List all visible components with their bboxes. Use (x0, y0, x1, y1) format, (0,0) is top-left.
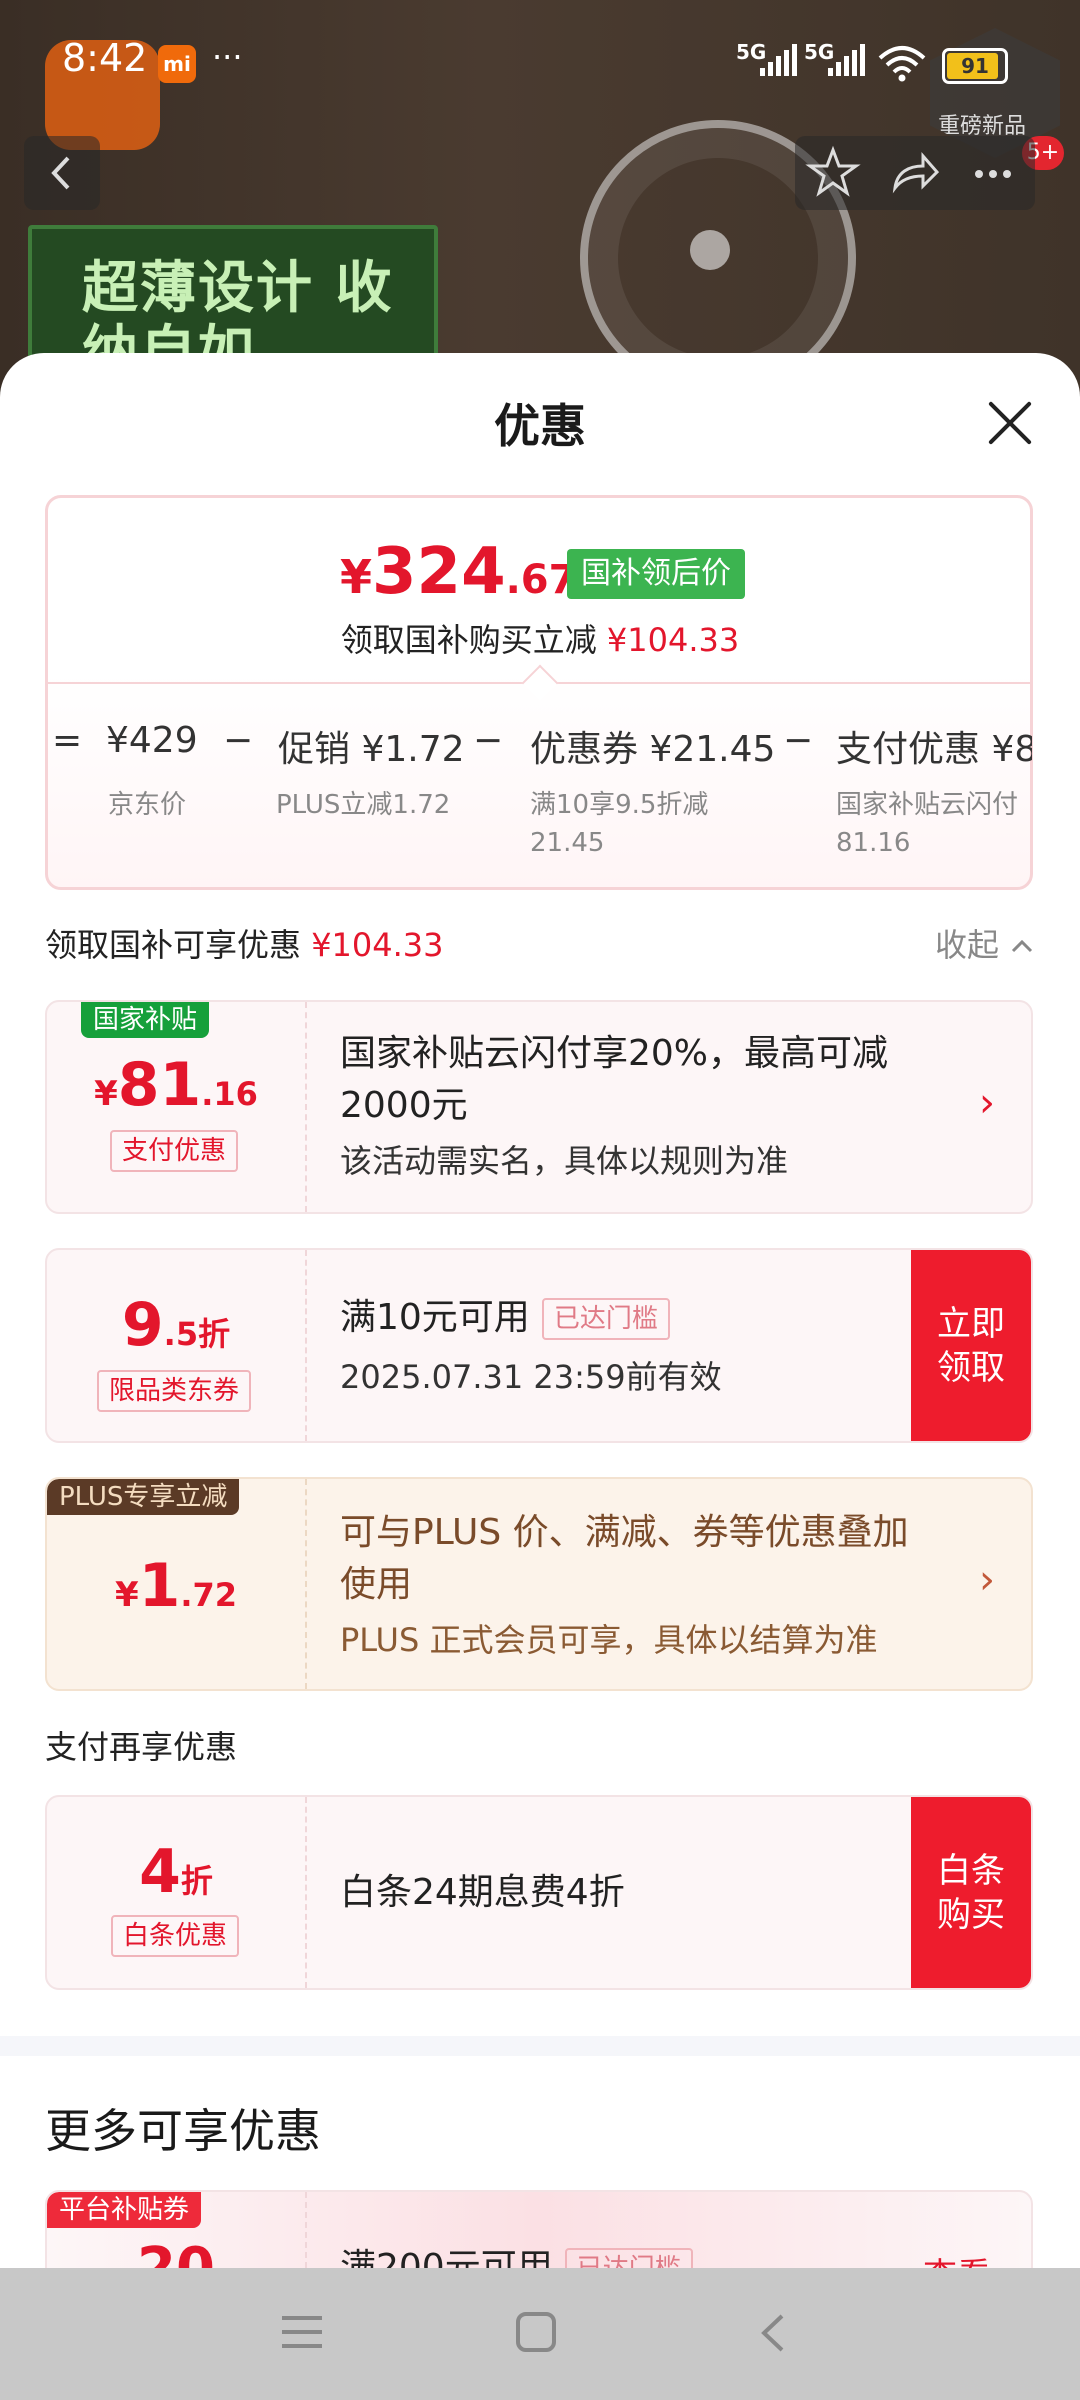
chevron-right-icon: › (979, 1080, 995, 1126)
final-price: ¥324.67 (340, 535, 576, 609)
collapse-label: 收起 (935, 926, 1000, 964)
corner-tag: PLUS专享立减 (47, 1479, 240, 1515)
discount-value: ¥81.16 (47, 1050, 305, 1120)
coupon-card: 9.5折 限品类东券 满10元可用 已达门槛 2025.07.31 23:59前有… (45, 1248, 1033, 1443)
value-currency: ¥ (94, 1074, 118, 1114)
value-int: 81 (117, 1050, 202, 1120)
collapse-button[interactable]: 收起 (935, 920, 1035, 966)
calc-item: 促销 ¥1.72 (278, 729, 465, 770)
claim-coupon-button[interactable]: 立即领取 (911, 1250, 1031, 1441)
section-label-payment: 支付再享优惠 (45, 1728, 238, 1766)
section-label-subsidy: 领取国补可享优惠 ¥104.33 (45, 920, 444, 966)
coupon-title: 满10元可用 已达门槛 (340, 1292, 670, 1344)
price-decimal: .67 (505, 557, 577, 603)
discount-value: ¥1.72 (47, 1551, 305, 1621)
sub-text: 领取国补购买立减 (340, 621, 597, 659)
calc-item: 支付优惠 ¥81 (836, 729, 1032, 770)
menu-icon[interactable] (280, 2312, 326, 2354)
status-time: 8:42 (62, 36, 148, 80)
plus-desc: PLUS 正式会员可享，具体以结算为准 (340, 1621, 878, 1659)
chevron-up-icon (1012, 939, 1033, 953)
coupon-type-tag: 限品类东券 (97, 1370, 252, 1412)
discount-value: 9.5折 (47, 1290, 305, 1360)
corner-tag: 平台补贴券 (47, 2192, 202, 2228)
plus-card[interactable]: PLUS专享立减 ¥1.72 可与PLUS 价、满减、券等优惠叠加使用 PLUS… (45, 1477, 1033, 1691)
subsidy-card[interactable]: 国家补贴 ¥81.16 支付优惠 国家补贴云闪付享20%，最高可减2000元 该… (45, 1000, 1033, 1214)
threshold-tag: 已达门槛 (541, 1298, 670, 1340)
signal-icon-2 (828, 44, 865, 76)
share-icon[interactable] (883, 142, 943, 202)
price-currency: ¥ (340, 550, 373, 604)
system-nav-bar (0, 2268, 1080, 2400)
mi-notification-icon: mi (158, 45, 196, 83)
battery-level: 91 (961, 54, 989, 78)
close-icon[interactable] (985, 398, 1035, 448)
subsidy-price-tag: 国补领后价 (567, 549, 745, 599)
fan-hub (690, 230, 730, 270)
star-icon[interactable] (803, 142, 863, 202)
baitiao-card: 4折 白条优惠 白条24期息费4折 白条购买 (45, 1795, 1033, 1990)
signal-icon (760, 44, 797, 76)
back-button[interactable] (24, 136, 100, 210)
value-dec: .16 (201, 1075, 258, 1113)
section-label-text: 领取国补可享优惠 (45, 926, 302, 964)
discount-value: 4折 (47, 1837, 305, 1907)
calc-item-sub: PLUS立减1.72 (276, 790, 451, 820)
card-title: 国家补贴云闪付享20%，最高可减2000元 (340, 1033, 889, 1126)
calc-item-sub: 国家补贴云闪付 81.16 (836, 790, 1019, 858)
calc-op: − (783, 720, 814, 761)
more-offers-title: 更多可享优惠 (45, 2104, 321, 2158)
price-calc-row: = ¥429 京东价 − 促销 ¥1.72 PLUS立减1.72 − 优惠券 ¥… (48, 720, 1032, 870)
chevron-right-icon: › (979, 1557, 995, 1603)
baitiao-buy-button[interactable]: 白条购买 (911, 1797, 1031, 1988)
home-icon[interactable] (514, 2310, 560, 2356)
value-int: 1 (138, 1551, 181, 1621)
discount-type-tag: 支付优惠 (110, 1130, 239, 1172)
sheet-title: 优惠 (494, 399, 586, 453)
calc-item: 优惠券 ¥21.45 (530, 729, 776, 770)
plus-title: 可与PLUS 价、满减、券等优惠叠加使用 (340, 1512, 909, 1605)
value-dec: .5折 (163, 1315, 231, 1353)
card-desc: 该活动需实名，具体以规则为准 (340, 1142, 789, 1180)
calc-op: − (223, 720, 254, 761)
value-int: 9 (121, 1290, 164, 1360)
status-dots: ··· (212, 38, 243, 76)
value-currency: ¥ (114, 1575, 139, 1615)
baitiao-title: 白条24期息费4折 (340, 1872, 625, 1913)
battery-icon: 91 (942, 48, 1008, 84)
coupon-title-text: 满10元可用 (340, 1297, 530, 1338)
calc-item-sub: 京东价 (108, 790, 187, 820)
calc-item: ¥429 (106, 720, 198, 761)
calc-op: = (52, 720, 83, 761)
corner-tag: 国家补贴 (81, 1002, 210, 1038)
wifi-icon (878, 46, 926, 82)
price-sub-line: 领取国补购买立减 ¥104.33 (0, 615, 1080, 661)
calc-op: − (473, 720, 504, 761)
value-int: 4 (139, 1837, 181, 1907)
section-gap (0, 2036, 1080, 2056)
back-nav-icon[interactable] (752, 2310, 798, 2356)
value-dec: .72 (180, 1576, 238, 1614)
chevron-left-icon (51, 156, 70, 190)
coupon-expiry: 2025.07.31 23:59前有效 (340, 1358, 722, 1396)
top-actions (795, 136, 1035, 210)
calc-item-sub: 满10享9.5折减 21.45 (530, 790, 709, 858)
baitiao-tag: 白条优惠 (111, 1915, 240, 1957)
more-icon[interactable] (963, 142, 1023, 202)
section-amount: ¥104.33 (311, 926, 444, 964)
price-integer: 324 (372, 535, 506, 609)
sub-amount: ¥104.33 (606, 621, 740, 659)
value-dec: 折 (180, 1862, 213, 1900)
